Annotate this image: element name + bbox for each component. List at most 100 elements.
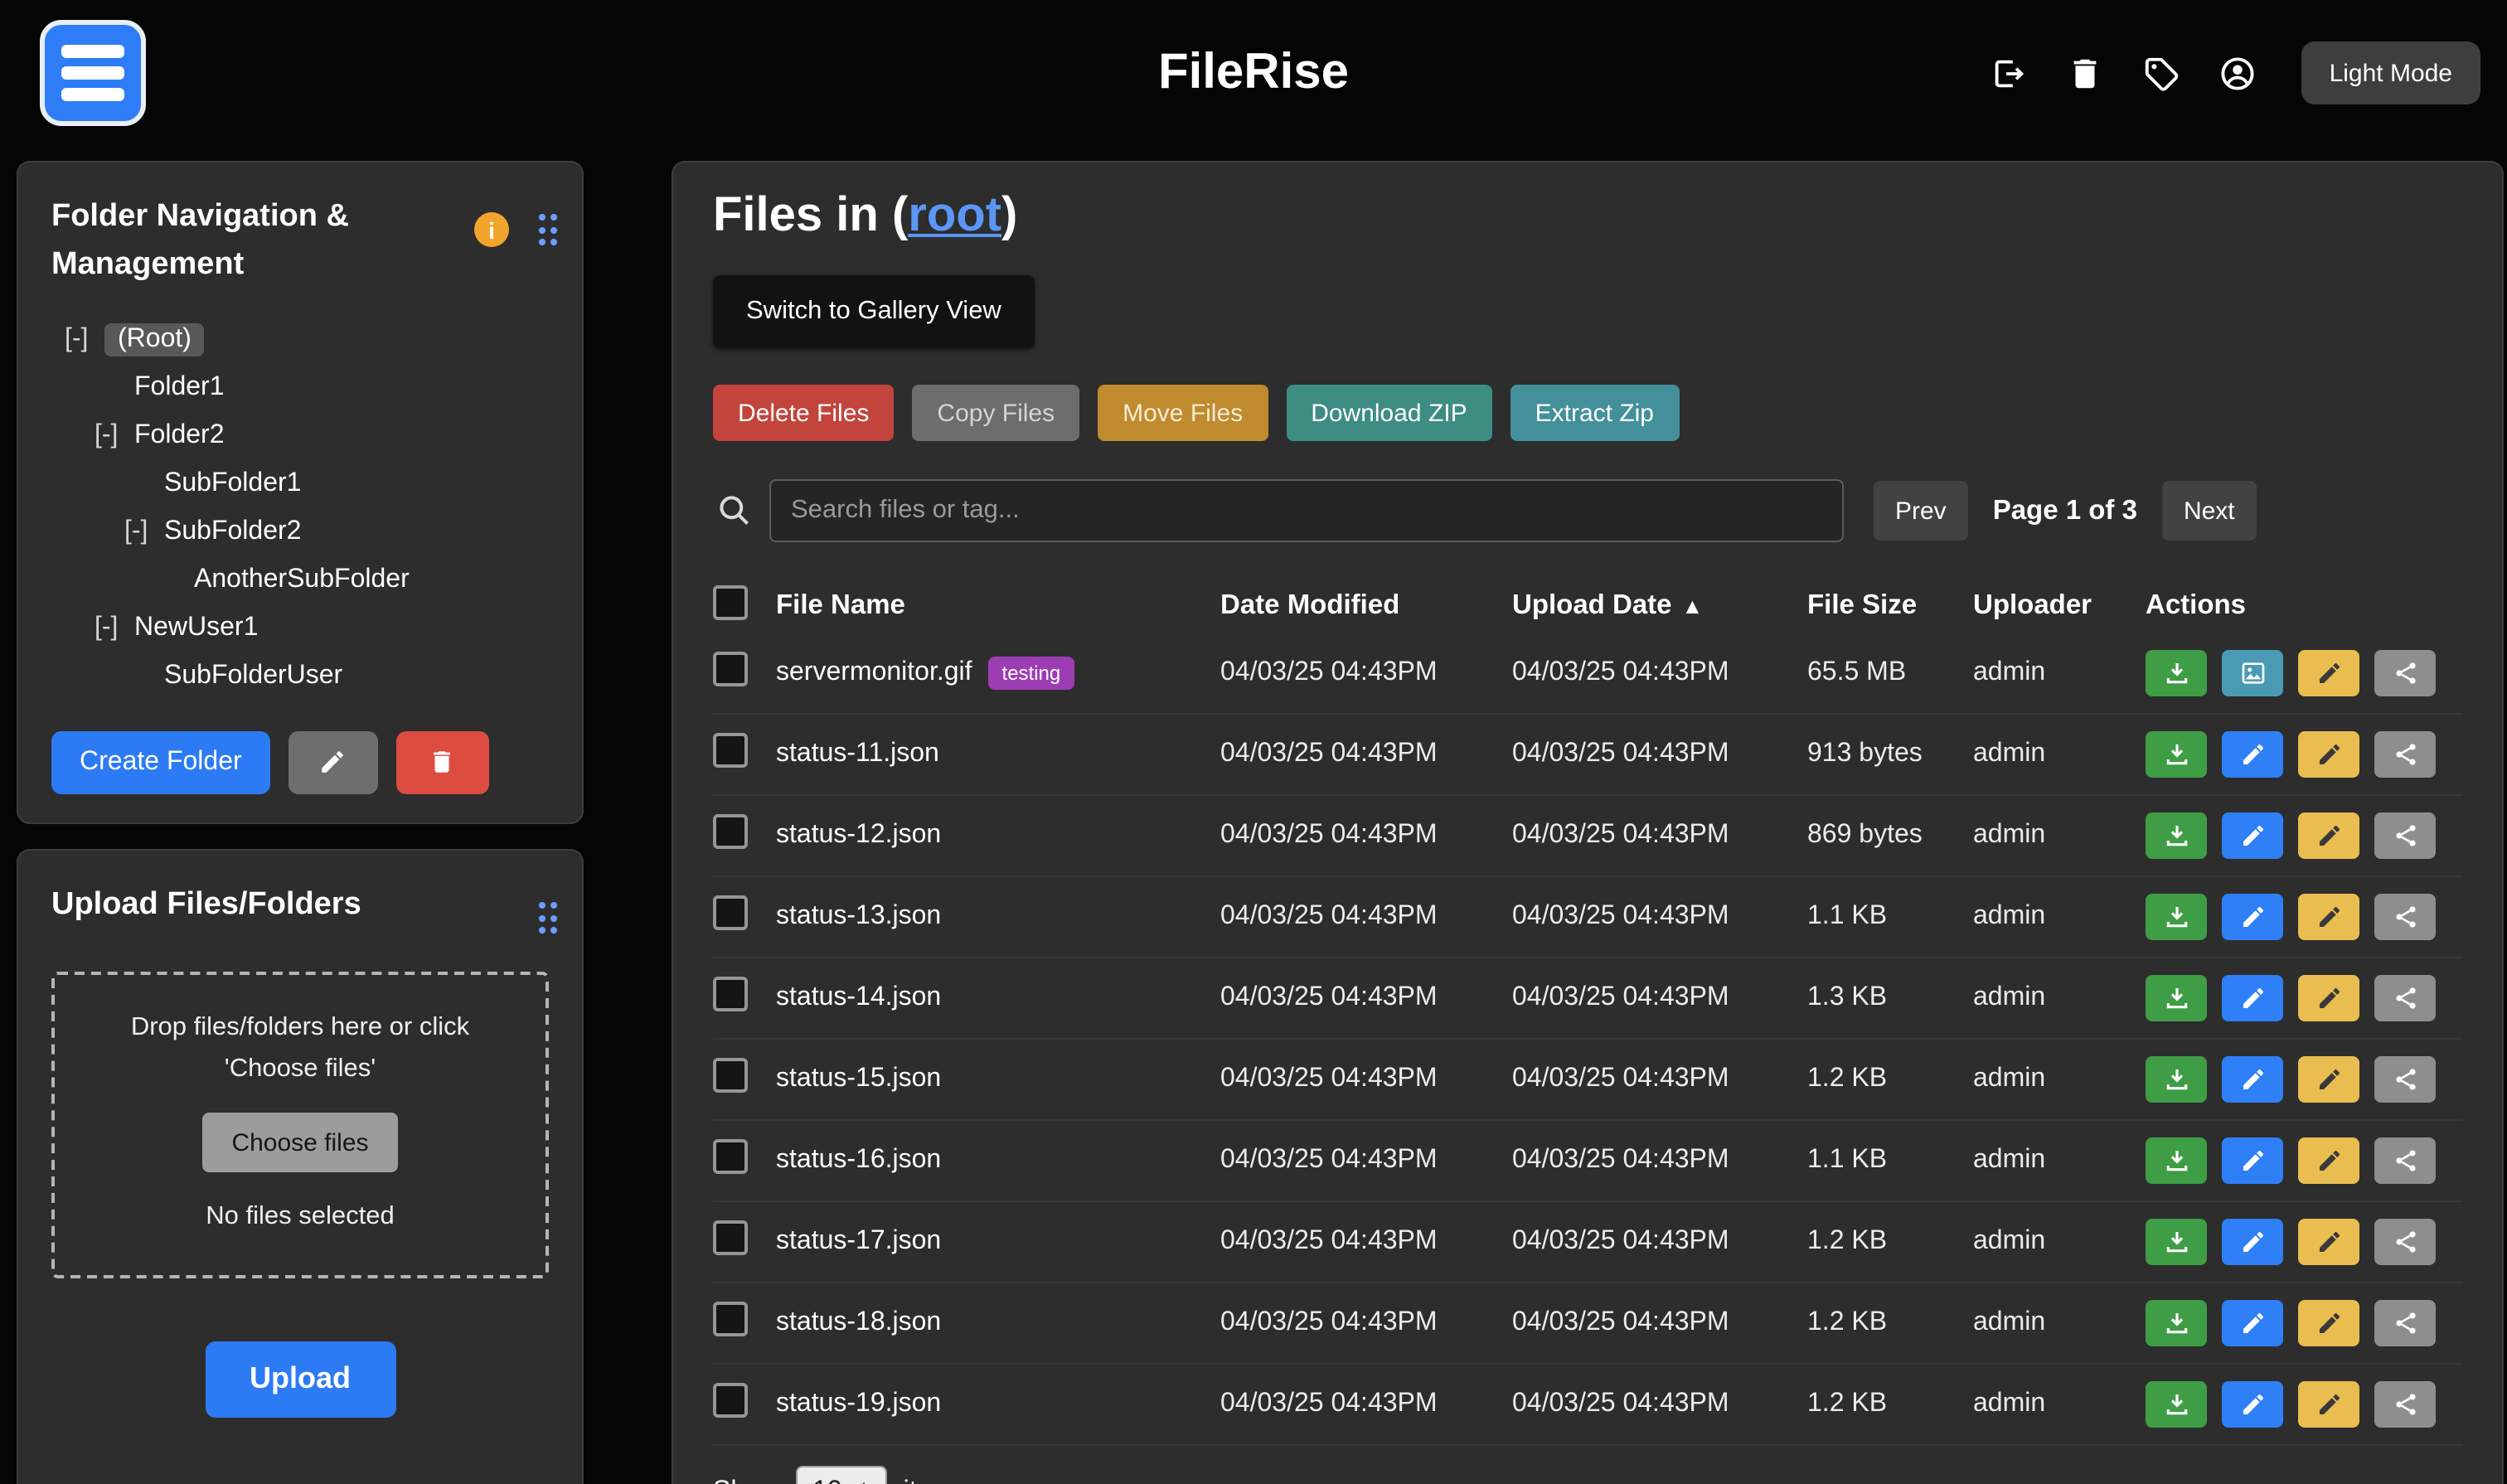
download-button[interactable] bbox=[2146, 1137, 2207, 1184]
share-button[interactable] bbox=[2374, 975, 2436, 1021]
info-icon[interactable]: i bbox=[474, 212, 509, 247]
download-zip-button[interactable]: Download ZIP bbox=[1286, 385, 1491, 441]
download-button[interactable] bbox=[2146, 731, 2207, 778]
choose-files-button[interactable]: Choose files bbox=[201, 1113, 398, 1172]
tree-item-newuser1[interactable]: [-] NewUser1 bbox=[51, 605, 549, 653]
edit-button[interactable] bbox=[2222, 731, 2283, 778]
collapse-toggle[interactable]: [-] bbox=[95, 422, 134, 452]
table-row[interactable]: status-19.json 04/03/25 04:43PM 04/03/25… bbox=[713, 1365, 2462, 1446]
tree-item-root[interactable]: [-] (Root) bbox=[51, 317, 549, 365]
rename-button[interactable] bbox=[2298, 894, 2359, 940]
column-header-uploader[interactable]: Uploader bbox=[1973, 590, 2146, 622]
share-button[interactable] bbox=[2374, 650, 2436, 696]
download-button[interactable] bbox=[2146, 894, 2207, 940]
select-all-checkbox[interactable] bbox=[713, 584, 748, 619]
move-files-button[interactable]: Move Files bbox=[1098, 385, 1268, 441]
extract-zip-button[interactable]: Extract Zip bbox=[1511, 385, 1679, 441]
row-checkbox[interactable] bbox=[713, 733, 748, 768]
download-button[interactable] bbox=[2146, 1300, 2207, 1346]
row-checkbox[interactable] bbox=[713, 895, 748, 930]
root-folder-link[interactable]: root bbox=[908, 189, 1001, 242]
share-button[interactable] bbox=[2374, 1300, 2436, 1346]
user-account-icon[interactable] bbox=[2218, 54, 2257, 92]
tag-icon[interactable] bbox=[2142, 54, 2180, 92]
table-row[interactable]: status-14.json 04/03/25 04:43PM 04/03/25… bbox=[713, 958, 2462, 1040]
column-header-date-modified[interactable]: Date Modified bbox=[1220, 590, 1512, 622]
light-mode-button[interactable]: Light Mode bbox=[2301, 41, 2480, 104]
delete-folder-button[interactable] bbox=[396, 731, 489, 794]
rename-button[interactable] bbox=[2298, 1056, 2359, 1103]
rename-button[interactable] bbox=[2298, 1219, 2359, 1265]
edit-button[interactable] bbox=[2222, 812, 2283, 859]
row-checkbox[interactable] bbox=[713, 977, 748, 1011]
share-button[interactable] bbox=[2374, 1056, 2436, 1103]
prev-page-button[interactable]: Prev bbox=[1874, 481, 1968, 541]
download-button[interactable] bbox=[2146, 1381, 2207, 1428]
share-button[interactable] bbox=[2374, 731, 2436, 778]
download-button[interactable] bbox=[2146, 650, 2207, 696]
delete-files-button[interactable]: Delete Files bbox=[713, 385, 894, 441]
table-row[interactable]: status-15.json 04/03/25 04:43PM 04/03/25… bbox=[713, 1040, 2462, 1121]
edit-button[interactable] bbox=[2222, 894, 2283, 940]
items-per-page-select[interactable]: 10 bbox=[796, 1466, 887, 1484]
download-button[interactable] bbox=[2146, 975, 2207, 1021]
column-header-file-size[interactable]: File Size bbox=[1807, 590, 1973, 622]
drag-handle-icon[interactable] bbox=[538, 214, 557, 245]
row-checkbox[interactable] bbox=[713, 1139, 748, 1174]
rename-folder-button[interactable] bbox=[289, 731, 378, 794]
row-checkbox[interactable] bbox=[713, 1058, 748, 1093]
tree-item-subfolder2[interactable]: [-] SubFolder2 bbox=[51, 509, 549, 557]
copy-files-button[interactable]: Copy Files bbox=[912, 385, 1079, 441]
column-header-upload-date[interactable]: Upload Date▲ bbox=[1512, 590, 1807, 622]
tree-item-anothersubfolder[interactable]: AnotherSubFolder bbox=[51, 557, 549, 605]
collapse-toggle[interactable]: [-] bbox=[65, 326, 104, 356]
table-row[interactable]: status-12.json 04/03/25 04:43PM 04/03/25… bbox=[713, 796, 2462, 877]
edit-button[interactable] bbox=[2222, 975, 2283, 1021]
row-checkbox[interactable] bbox=[713, 652, 748, 686]
rename-button[interactable] bbox=[2298, 1137, 2359, 1184]
rename-button[interactable] bbox=[2298, 650, 2359, 696]
edit-button[interactable] bbox=[2222, 1300, 2283, 1346]
edit-button[interactable] bbox=[2222, 1381, 2283, 1428]
create-folder-button[interactable]: Create Folder bbox=[51, 731, 270, 794]
table-row[interactable]: status-16.json 04/03/25 04:43PM 04/03/25… bbox=[713, 1121, 2462, 1202]
app-logo-icon[interactable] bbox=[40, 20, 146, 126]
rename-button[interactable] bbox=[2298, 731, 2359, 778]
table-row[interactable]: servermonitor.giftesting 04/03/25 04:43P… bbox=[713, 633, 2462, 715]
tree-item-subfolderuser[interactable]: SubFolderUser bbox=[51, 653, 549, 701]
share-button[interactable] bbox=[2374, 894, 2436, 940]
download-button[interactable] bbox=[2146, 812, 2207, 859]
rename-button[interactable] bbox=[2298, 1381, 2359, 1428]
edit-button[interactable] bbox=[2222, 1056, 2283, 1103]
edit-button[interactable] bbox=[2222, 1219, 2283, 1265]
table-row[interactable]: status-17.json 04/03/25 04:43PM 04/03/25… bbox=[713, 1202, 2462, 1283]
collapse-toggle[interactable]: [-] bbox=[95, 614, 134, 644]
row-checkbox[interactable] bbox=[713, 1383, 748, 1418]
table-row[interactable]: status-13.json 04/03/25 04:43PM 04/03/25… bbox=[713, 877, 2462, 958]
share-button[interactable] bbox=[2374, 1381, 2436, 1428]
upload-button[interactable]: Upload bbox=[205, 1341, 395, 1418]
edit-button[interactable] bbox=[2222, 1137, 2283, 1184]
share-button[interactable] bbox=[2374, 1219, 2436, 1265]
search-input[interactable] bbox=[769, 479, 1844, 542]
file-dropzone[interactable]: Drop files/folders here or click 'Choose… bbox=[51, 972, 549, 1278]
next-page-button[interactable]: Next bbox=[2162, 481, 2257, 541]
trash-icon[interactable] bbox=[2066, 54, 2104, 92]
tree-item-folder1[interactable]: Folder1 bbox=[51, 365, 549, 413]
tree-item-folder2[interactable]: [-] Folder2 bbox=[51, 413, 549, 461]
column-header-file-name[interactable]: File Name bbox=[776, 590, 1220, 622]
drag-handle-icon[interactable] bbox=[538, 902, 557, 934]
row-checkbox[interactable] bbox=[713, 1302, 748, 1336]
rename-button[interactable] bbox=[2298, 812, 2359, 859]
rename-button[interactable] bbox=[2298, 1300, 2359, 1346]
tree-item-subfolder1[interactable]: SubFolder1 bbox=[51, 461, 549, 509]
collapse-toggle[interactable]: [-] bbox=[124, 518, 164, 548]
table-row[interactable]: status-18.json 04/03/25 04:43PM 04/03/25… bbox=[713, 1283, 2462, 1365]
switch-gallery-view-button[interactable]: Switch to Gallery View bbox=[713, 275, 1035, 348]
preview-button[interactable] bbox=[2222, 650, 2283, 696]
logout-icon[interactable] bbox=[1990, 54, 2028, 92]
row-checkbox[interactable] bbox=[713, 814, 748, 849]
share-button[interactable] bbox=[2374, 812, 2436, 859]
table-row[interactable]: status-11.json 04/03/25 04:43PM 04/03/25… bbox=[713, 715, 2462, 796]
row-checkbox[interactable] bbox=[713, 1220, 748, 1255]
